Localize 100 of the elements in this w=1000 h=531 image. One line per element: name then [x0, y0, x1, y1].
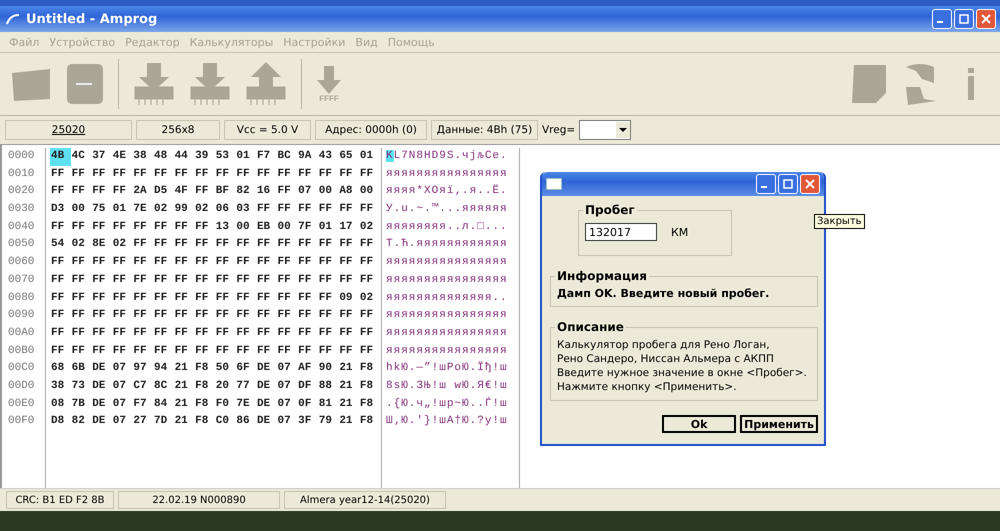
hex-byte[interactable]: FF: [358, 324, 380, 343]
hex-byte[interactable]: FF: [297, 236, 318, 254]
hex-byte[interactable]: FF: [70, 290, 92, 308]
hex-byte[interactable]: 00: [276, 218, 298, 236]
hex-byte[interactable]: 7B: [70, 396, 92, 414]
hex-byte[interactable]: 07: [112, 360, 132, 378]
hex-byte[interactable]: 21: [338, 378, 359, 396]
ascii-char[interactable]: h: [386, 362, 394, 374]
hex-byte[interactable]: 65: [338, 148, 359, 166]
hex-byte[interactable]: FF: [132, 290, 153, 308]
hex-byte[interactable]: FF: [256, 342, 277, 360]
hex-byte[interactable]: EB: [256, 218, 277, 236]
hex-byte[interactable]: FF: [132, 307, 153, 325]
hex-byte[interactable]: 37: [91, 148, 112, 166]
hex-byte[interactable]: FF: [152, 307, 174, 325]
minimize-button[interactable]: [756, 174, 776, 194]
hex-byte[interactable]: FF: [174, 166, 194, 184]
hex-byte[interactable]: 54: [50, 236, 71, 254]
hex-byte[interactable]: FF: [318, 324, 338, 343]
hex-byte[interactable]: 02: [152, 201, 174, 219]
hex-byte[interactable]: FF: [338, 272, 359, 290]
hex-byte[interactable]: 82: [235, 183, 256, 202]
hex-byte[interactable]: 88: [318, 378, 338, 396]
hex-byte[interactable]: FF: [297, 201, 318, 219]
hex-byte[interactable]: FF: [152, 236, 174, 254]
hex-byte[interactable]: C0: [214, 413, 236, 432]
hex-byte[interactable]: FF: [194, 166, 215, 184]
hex-byte[interactable]: F8: [194, 378, 215, 396]
hex-byte[interactable]: FF: [50, 272, 71, 290]
hex-byte[interactable]: 01: [318, 218, 338, 236]
hex-byte[interactable]: 81: [318, 396, 338, 414]
hex-byte[interactable]: FF: [91, 272, 112, 290]
hex-byte[interactable]: FF: [112, 183, 132, 202]
hex-byte[interactable]: DF: [297, 378, 318, 396]
hex-byte[interactable]: FF: [256, 307, 277, 325]
hex-byte[interactable]: FF: [256, 166, 277, 184]
hex-byte[interactable]: DE: [91, 378, 112, 396]
hex-byte[interactable]: FF: [112, 307, 132, 325]
hex-byte[interactable]: FF: [276, 236, 298, 254]
hex-byte[interactable]: 50: [214, 360, 236, 378]
hex-byte[interactable]: FF: [214, 290, 236, 308]
hex-byte[interactable]: 97: [132, 360, 153, 378]
hex-byte[interactable]: 6F: [235, 360, 256, 378]
ascii-char[interactable]: я: [386, 292, 394, 304]
hex-byte[interactable]: FF: [297, 166, 318, 184]
hex-byte[interactable]: 00: [70, 201, 92, 219]
hex-byte[interactable]: FF: [174, 254, 194, 272]
maximize-button[interactable]: [778, 174, 798, 194]
info-icon[interactable]: [966, 68, 976, 100]
hex-byte[interactable]: FF: [338, 166, 359, 184]
hex-byte[interactable]: FF: [256, 236, 277, 254]
hex-byte[interactable]: FF: [132, 272, 153, 290]
hex-byte[interactable]: 21: [174, 413, 194, 432]
hex-byte[interactable]: DE: [256, 360, 277, 378]
ascii-char[interactable]: я: [386, 256, 394, 268]
document-icon[interactable]: [852, 64, 886, 104]
hex-byte[interactable]: FF: [318, 307, 338, 325]
hex-byte[interactable]: D5: [152, 183, 174, 202]
hex-byte[interactable]: FF: [338, 307, 359, 325]
hex-byte[interactable]: FF: [152, 342, 174, 360]
hex-byte[interactable]: FF: [174, 342, 194, 360]
hex-byte[interactable]: 43: [318, 148, 338, 166]
hex-byte[interactable]: 06: [214, 201, 236, 219]
hex-byte[interactable]: FF: [214, 307, 236, 325]
hex-byte[interactable]: 00: [235, 218, 256, 236]
hex-byte[interactable]: FF: [276, 272, 298, 290]
hex-byte[interactable]: 00: [358, 183, 380, 202]
hex-byte[interactable]: FF: [318, 290, 338, 308]
hex-byte[interactable]: 7D: [152, 413, 174, 432]
hex-byte[interactable]: FF: [132, 236, 153, 254]
hex-byte[interactable]: FF: [91, 166, 112, 184]
close-button[interactable]: [976, 9, 996, 29]
hex-byte[interactable]: 8E: [91, 236, 112, 254]
hex-byte[interactable]: FF: [338, 342, 359, 360]
ascii-char[interactable]: я: [386, 344, 394, 357]
hex-byte[interactable]: FF: [174, 324, 194, 343]
hex-byte[interactable]: FF: [50, 183, 71, 202]
ascii-char[interactable]: 8: [386, 380, 394, 392]
hex-byte[interactable]: A8: [338, 183, 359, 202]
hex-byte[interactable]: FF: [235, 254, 256, 272]
hex-byte[interactable]: FF: [91, 324, 112, 343]
hex-byte[interactable]: 90: [318, 360, 338, 378]
hex-byte[interactable]: FF: [70, 324, 92, 343]
hex-byte[interactable]: FF: [194, 183, 215, 202]
hex-byte[interactable]: AF: [297, 360, 318, 378]
hex-byte[interactable]: FF: [50, 324, 71, 343]
hex-byte[interactable]: FF: [152, 166, 174, 184]
hex-byte[interactable]: 02: [358, 218, 380, 236]
hex-byte[interactable]: FF: [256, 290, 277, 308]
hex-byte[interactable]: FF: [50, 254, 71, 272]
hex-byte[interactable]: 07: [297, 183, 318, 202]
hex-byte[interactable]: 73: [70, 378, 92, 396]
hex-byte[interactable]: 01: [235, 148, 256, 166]
hex-byte[interactable]: FF: [235, 324, 256, 343]
ascii-char[interactable]: я: [386, 168, 394, 180]
hex-byte[interactable]: FF: [91, 290, 112, 308]
hex-byte[interactable]: D8: [50, 413, 71, 432]
hex-byte[interactable]: 7E: [235, 396, 256, 414]
hex-byte[interactable]: 38: [50, 378, 71, 396]
hex-byte[interactable]: FF: [276, 201, 298, 219]
